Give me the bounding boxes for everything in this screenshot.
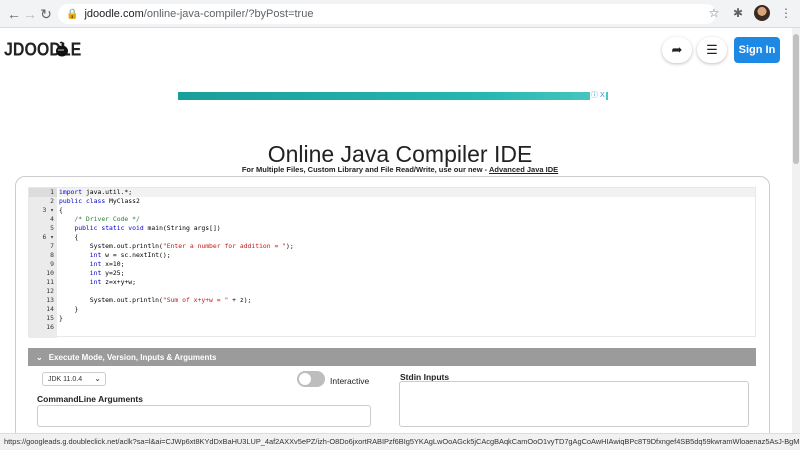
code-line[interactable]: /* Driver Code */ [59,215,755,224]
scroll-thumb[interactable] [793,34,799,164]
code-line[interactable] [59,323,755,332]
jdk-version-value: JDK 11.0.4 [48,375,83,383]
line-number: 6 ▾ [42,233,54,241]
chevron-down-icon: ⌄ [36,352,43,362]
line-number: 7 [50,242,54,250]
page-subtitle: For Multiple Files, Custom Library and F… [0,165,800,174]
line-number: 5 [50,224,54,232]
code-line[interactable] [59,287,755,296]
code-line[interactable]: import java.util.*; [59,188,755,197]
execute-options-bar[interactable]: ⌄ Execute Mode, Version, Inputs & Argume… [28,348,756,366]
code-editor[interactable]: 1 2 3 ▾ 4 5 6 ▾ 7 8 9 10 11 12 13 14 15 16… [28,187,756,338]
page-title: Online Java Compiler IDE [267,141,533,167]
line-number: 11 [46,278,54,286]
code-line[interactable]: { [59,206,755,215]
address-bar[interactable]: 🔒 jdoodle.com/online-java-compiler/?byPo… [58,4,716,24]
advanced-ide-link[interactable]: Advanced Java IDE [489,165,558,174]
line-number: 9 [50,260,54,268]
ad-close-icon[interactable]: ⓘ X [590,92,606,100]
page-scrollbar[interactable] [792,28,800,433]
jdk-version-select[interactable]: JDK 11.0.4 ⌄ [42,372,106,386]
line-number: 4 [50,215,54,223]
more-icon[interactable]: ⋮ [778,5,794,21]
hamburger-icon: ☰ [706,42,718,57]
interactive-toggle[interactable] [297,371,325,387]
code-line[interactable]: { [59,233,755,242]
extensions-icon[interactable]: ✱ [730,5,746,21]
line-number: 12 [46,287,54,295]
cmd-args-input[interactable] [37,405,371,427]
url-path: /online-java-compiler/?byPost=true [143,8,314,20]
line-number: 3 ▾ [42,206,54,214]
stdin-input[interactable] [399,381,749,427]
line-number: 14 [46,305,54,313]
status-bar-url: https://googleads.g.doubleclick.net/aclk… [0,433,800,450]
code-line[interactable]: System.out.println("Sum of x+y+w = " + z… [59,296,755,305]
cmd-args-label: CommandLine Arguments [37,394,143,404]
line-number: 13 [46,296,54,304]
line-gutter: 1 2 3 ▾ 4 5 6 ▾ 7 8 9 10 11 12 13 14 15 16 [29,188,57,338]
code-line[interactable]: int y=25; [59,269,755,278]
share-button[interactable]: ➦ [662,37,692,63]
browser-toolbar: ← → ↻ 🔒 jdoodle.com/online-java-compiler… [0,0,800,28]
line-number: 8 [50,251,54,259]
signin-button[interactable]: Sign In [734,37,780,63]
chevron-down-icon: ⌄ [94,374,101,383]
toggle-knob [299,373,311,385]
lock-icon: 🔒 [66,8,79,20]
line-number: 10 [46,269,54,277]
execute-options-label: Execute Mode, Version, Inputs & Argument… [48,352,217,362]
code-line[interactable]: int w = sc.nextInt(); [59,251,755,260]
line-number: 2 [50,197,54,205]
url-domain: jdoodle.com [84,8,144,20]
code-line[interactable]: int x=10; [59,260,755,269]
bookmark-star-icon[interactable]: ☆ [706,5,722,21]
logo-cup-icon [56,41,68,57]
profile-avatar[interactable] [754,5,770,21]
code-line[interactable]: public class MyClass2 [59,197,755,206]
share-icon: ➦ [671,42,683,57]
code-area[interactable]: import java.util.*; public class MyClass2… [59,188,755,338]
line-number: 15 [46,314,54,322]
line-number: 16 [46,323,54,331]
code-line[interactable]: int z=x+y+w; [59,278,755,287]
code-line[interactable]: } [59,314,755,323]
menu-button[interactable]: ☰ [697,37,727,63]
code-line[interactable]: public static void main(String args[]) [59,224,755,233]
site-header: JDOODLE ➦ ☰ Sign In [0,28,800,74]
reload-icon[interactable]: ↻ [36,4,56,24]
interactive-label: Interactive [330,376,370,386]
code-line[interactable]: System.out.println("Enter a number for a… [59,242,755,251]
ad-banner[interactable] [178,92,608,100]
code-line[interactable]: } [59,305,755,314]
subtitle-text: For Multiple Files, Custom Library and F… [241,165,489,174]
line-number: 1 [29,188,57,197]
